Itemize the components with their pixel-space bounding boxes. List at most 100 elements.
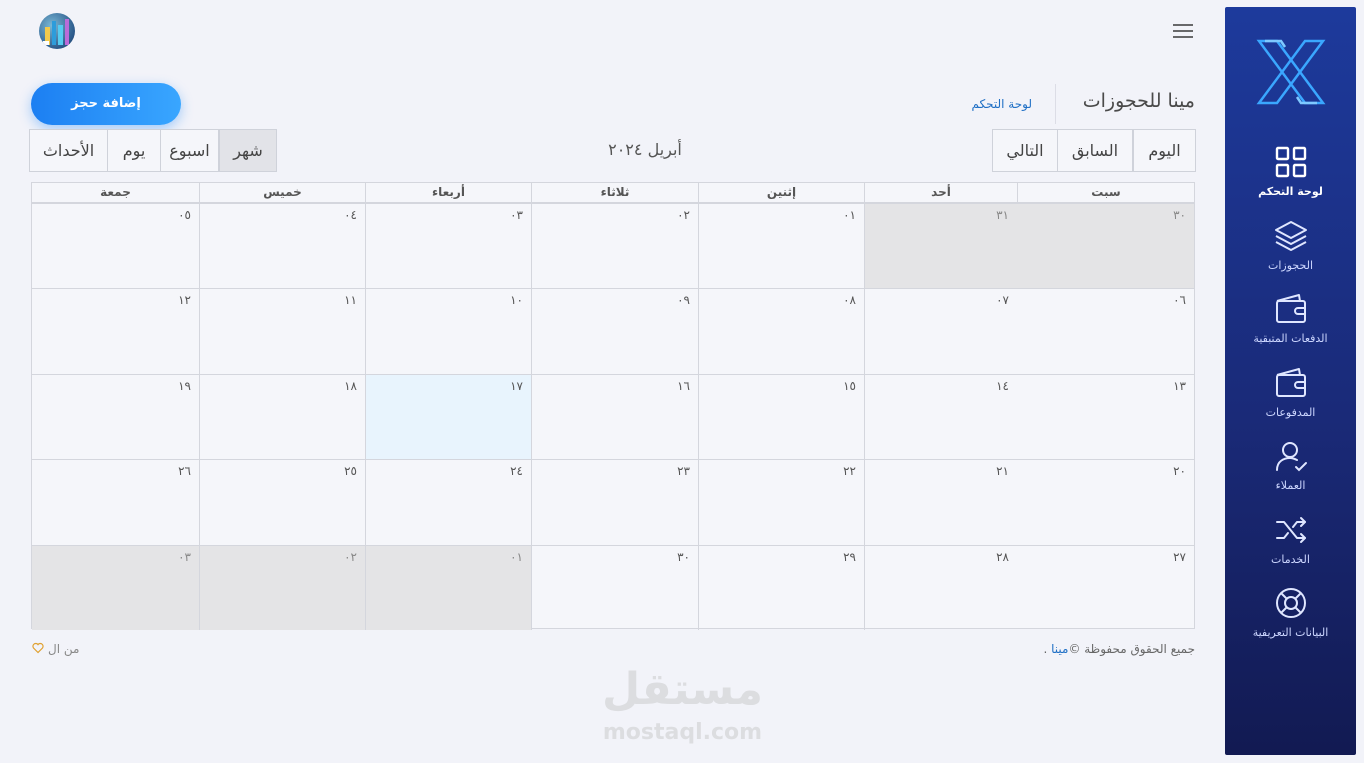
made-by-text: من ال xyxy=(48,642,80,656)
weekday-label: ثلاثاء xyxy=(531,183,698,202)
layers-icon xyxy=(1274,220,1307,251)
month-title: أبريل ٢٠٢٤ xyxy=(608,140,682,159)
sidebar-item-label: الدفعات المتبقية xyxy=(1253,332,1328,345)
wallet-icon xyxy=(1275,294,1306,323)
weekday-label: سبت xyxy=(1017,183,1194,202)
day-number: ١١ xyxy=(344,293,357,308)
breadcrumb[interactable]: لوحة التحكم xyxy=(940,97,1033,111)
day-cell[interactable]: ٢٦ xyxy=(32,459,199,544)
heart-icon xyxy=(32,642,44,654)
day-number: ٣١ xyxy=(996,208,1009,222)
day-number: ١٨ xyxy=(344,378,357,393)
day-number: ١٥ xyxy=(843,378,856,393)
day-cell[interactable]: ٠٢ xyxy=(531,203,698,289)
day-number: ٠٣ xyxy=(510,208,523,222)
day-cell[interactable]: ٠١ xyxy=(365,544,531,630)
day-cell[interactable]: ٣٠ ٣١ xyxy=(864,203,1194,289)
sidebar-item-5[interactable]: الخدمات xyxy=(1225,513,1356,566)
day-cell[interactable]: ١٢ xyxy=(32,288,199,373)
day-cell[interactable]: ١٥ xyxy=(698,373,864,460)
day-number: ٠٦ xyxy=(1173,293,1186,308)
day-number: ٢٤ xyxy=(510,464,523,479)
today-button[interactable]: اليوم xyxy=(1133,129,1196,172)
sidebar-item-4[interactable]: العملاء xyxy=(1225,439,1356,492)
day-number: ٠٤ xyxy=(344,208,357,222)
month-calendar: سبت أحد إثنين ثلاثاء أربعاء خميس جمعة ٣٠ ٣١ ٠١ ٠٢… xyxy=(31,182,1195,630)
header-divider xyxy=(1055,84,1056,124)
day-number: ٠١ xyxy=(843,208,856,222)
day-cell[interactable]: ٠٦ ٠٧ xyxy=(864,288,1194,374)
watermark-latin: mostaql.com xyxy=(602,720,763,745)
view-week-button[interactable]: اسبوع xyxy=(160,129,219,172)
day-cell[interactable]: ٠٩ xyxy=(531,288,698,374)
day-cell[interactable]: ٢٧ ٢٨ xyxy=(864,544,1194,630)
day-number: ٣٠ xyxy=(1173,208,1186,222)
day-number: ١٧ xyxy=(510,378,523,393)
wallet-icon xyxy=(1275,367,1306,397)
sidebar-item-label: الخدمات xyxy=(1271,552,1310,566)
day-cell[interactable]: ١٨ xyxy=(199,373,365,460)
day-cell[interactable]: ٠٢ xyxy=(199,544,365,630)
day-cell[interactable]: ٢٩ xyxy=(698,544,864,630)
day-number: ٠٢ xyxy=(677,208,690,222)
day-cell[interactable]: ٠٣ xyxy=(365,203,531,289)
day-cell[interactable]: ٠١ xyxy=(698,203,864,289)
lifebuoy-icon xyxy=(1275,588,1306,618)
sidebar-item-1[interactable]: الحجوزات xyxy=(1225,219,1356,272)
weekday-label: إثنين xyxy=(698,183,864,202)
day-cell[interactable]: ١٠ xyxy=(365,288,531,374)
day-cell[interactable]: ٢٢ xyxy=(698,459,864,545)
watermark-arabic: مستقل xyxy=(602,664,763,715)
day-number: ٢٥ xyxy=(344,464,357,479)
day-cell[interactable]: ٠٤ xyxy=(199,203,365,289)
view-day-button[interactable]: يوم xyxy=(107,129,161,172)
day-number: ٢٨ xyxy=(996,549,1009,564)
add-booking-button[interactable]: إضافة حجز xyxy=(31,83,181,125)
hamburger-icon[interactable] xyxy=(1172,22,1194,40)
copyright-dot: . xyxy=(1043,642,1052,656)
day-cell[interactable]: ١٧ xyxy=(365,373,531,460)
day-number: ١٣ xyxy=(1173,378,1186,393)
day-cell[interactable]: ١٦ xyxy=(531,373,698,460)
view-month-button[interactable]: شهر xyxy=(219,129,277,172)
sidebar-item-6[interactable]: البيانات التعريفية xyxy=(1225,586,1356,639)
weekday-label: أربعاء xyxy=(365,183,531,202)
day-number: ٠٨ xyxy=(843,293,856,308)
day-cell[interactable]: ٢٠ ٢١ xyxy=(864,459,1194,545)
weekday-header: سبت أحد إثنين ثلاثاء أربعاء خميس جمعة xyxy=(32,183,1194,203)
sidebar: لوحة التحكم الحجوزات الدفعات المتبقية المدف… xyxy=(1225,7,1356,755)
made-with-love: من ال xyxy=(32,642,79,656)
day-cell[interactable]: ٢٣ xyxy=(531,459,698,545)
day-number: ١٢ xyxy=(178,293,191,308)
view-agenda-button[interactable]: الأحداث xyxy=(29,129,108,172)
day-cell[interactable]: ٢٤ xyxy=(365,459,531,545)
day-cell[interactable]: ٠٥ xyxy=(32,203,199,288)
avatar[interactable] xyxy=(39,13,75,49)
day-number: ٣٠ xyxy=(677,549,690,564)
brand-link[interactable]: مينا xyxy=(1051,642,1068,656)
day-number: ٠١ xyxy=(510,549,523,564)
previous-button[interactable]: السابق xyxy=(1057,129,1133,172)
user-check-icon xyxy=(1275,442,1307,472)
day-number: ٢٧ xyxy=(1173,549,1186,564)
sidebar-item-2[interactable]: الدفعات المتبقية xyxy=(1225,292,1356,345)
day-cell[interactable]: ٢٥ xyxy=(199,459,365,545)
next-button[interactable]: التالي xyxy=(992,129,1058,172)
grid-icon xyxy=(1275,146,1306,178)
day-cell[interactable]: ١٩ xyxy=(32,373,199,459)
sidebar-item-3[interactable]: المدفوعات xyxy=(1225,366,1356,419)
day-number: ١٤ xyxy=(996,378,1009,393)
day-number: ٠٧ xyxy=(996,293,1009,308)
day-cell[interactable]: ٠٨ xyxy=(698,288,864,374)
day-cell[interactable]: ١١ xyxy=(199,288,365,374)
sidebar-item-0[interactable]: لوحة التحكم xyxy=(1225,145,1356,198)
day-number: ٢٣ xyxy=(677,464,690,479)
day-number: ٠٢ xyxy=(344,549,357,564)
day-cell[interactable]: ٠٣ xyxy=(32,544,199,630)
page-title: مينا للحجوزات xyxy=(1082,90,1195,112)
weekday-label: خميس xyxy=(199,183,365,202)
day-number: ٠٥ xyxy=(178,208,191,222)
day-cell[interactable]: ١٣ ١٤ xyxy=(864,373,1194,460)
x-logo-icon[interactable] xyxy=(1255,39,1327,105)
day-cell[interactable]: ٣٠ xyxy=(531,544,698,630)
